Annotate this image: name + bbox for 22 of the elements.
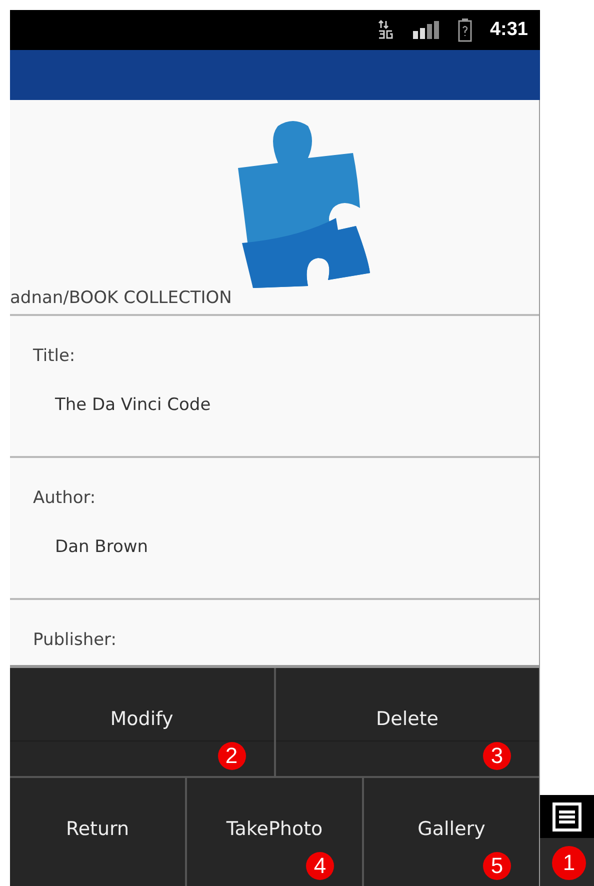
menu-item[interactable]: Delete	[370, 704, 444, 734]
field-value: Dan Brown	[55, 537, 150, 557]
field-label: Title:	[33, 346, 76, 366]
field-label: Author:	[33, 488, 97, 508]
number-marker: 4	[306, 852, 334, 880]
number-marker: 5	[483, 852, 511, 880]
menu-item[interactable]: TakePhoto	[220, 814, 329, 844]
number-marker: 3	[483, 742, 511, 770]
number-marker: 1	[552, 846, 586, 880]
menu-item[interactable]: Gallery	[412, 814, 492, 844]
menu-item[interactable]: Return	[60, 814, 136, 844]
collection-path: adnan/BOOK COLLECTION	[10, 288, 539, 316]
number-marker: 2	[218, 742, 246, 770]
battery-unknown-icon	[458, 18, 472, 42]
clock: 4:31	[490, 19, 528, 41]
menu-key[interactable]	[540, 795, 594, 838]
menu-item[interactable]: Modify	[104, 704, 180, 734]
menu-icon	[551, 800, 583, 832]
signal-icon	[412, 20, 440, 40]
network-3g-icon	[378, 20, 394, 40]
field-label: Publisher:	[33, 630, 118, 650]
field-value: The Da Vinci Code	[55, 395, 212, 415]
